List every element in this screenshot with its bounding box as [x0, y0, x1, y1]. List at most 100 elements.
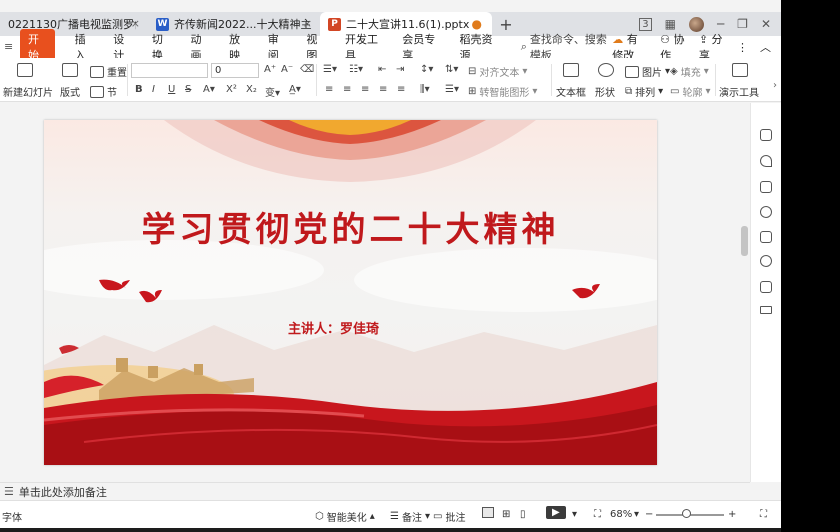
close-icon[interactable]: ×	[303, 17, 312, 30]
tab-label: 齐传新闻2022...十大精神主题班会	[174, 18, 312, 31]
notes-icon: ☰	[4, 485, 14, 498]
bullets-icon[interactable]: ☰▾	[323, 64, 337, 75]
user-icon: ⚇	[660, 33, 670, 46]
side-toolbar	[750, 103, 781, 482]
numbering-icon[interactable]: ☷▾	[349, 64, 363, 75]
font-color-icon[interactable]: A̲▾	[289, 84, 301, 95]
location-icon[interactable]	[760, 255, 772, 267]
indent-decrease-icon[interactable]: ⇤	[378, 64, 386, 75]
notes-pane[interactable]: ☰ 单击此处添加备注	[0, 482, 750, 500]
smart-shape-button[interactable]: ⊞ 转智能图形 ▾	[468, 84, 537, 99]
shape-icon[interactable]	[598, 63, 614, 77]
bold-icon[interactable]: B	[135, 84, 143, 95]
close-icon[interactable]: ×	[131, 17, 140, 30]
arrange-button[interactable]: ⧉ 排列 ▾	[625, 84, 663, 99]
textbox-button[interactable]: 文本框	[556, 84, 586, 99]
divider	[715, 64, 716, 96]
font-shrink-icon[interactable]: A⁻	[281, 64, 293, 75]
grid-apps-icon[interactable]: ▦	[665, 17, 676, 31]
animation-pane-icon[interactable]	[760, 129, 772, 141]
zoom-in-button[interactable]: +	[728, 509, 736, 520]
presentation-tools-button[interactable]: 演示工具	[719, 84, 759, 99]
new-slide-button[interactable]: 新建幻灯片	[3, 84, 53, 99]
image-tools-icon[interactable]	[760, 231, 772, 243]
notes-toggle-button[interactable]: ☰ 备注 ▾	[390, 509, 430, 524]
notes-toggle-label: 备注	[401, 513, 422, 524]
underline-icon[interactable]: U	[168, 84, 175, 95]
divider	[316, 64, 317, 96]
paragraph-spacing-icon[interactable]: ☰▾	[445, 84, 459, 95]
clear-format-icon[interactable]: ⌫	[300, 64, 314, 75]
slide-speaker[interactable]: 主讲人：罗佳琦	[288, 318, 379, 337]
align-left-icon[interactable]: ≡	[325, 84, 333, 95]
indent-increase-icon[interactable]: ⇥	[396, 64, 404, 75]
fit-slide-icon[interactable]: ⛶	[760, 509, 767, 520]
new-slide-icon[interactable]	[17, 63, 33, 77]
outline-button[interactable]: ▭ 轮廓 ▾	[670, 84, 710, 99]
smart-shape-icon: ⊞	[468, 86, 477, 97]
distribute-icon[interactable]: ≡	[397, 84, 405, 95]
vertical-scrollbar[interactable]	[741, 226, 748, 256]
slide-canvas[interactable]: 学习贯彻党的二十大精神 主讲人：罗佳琦	[44, 120, 657, 465]
strikethrough-icon[interactable]: S	[185, 84, 191, 95]
align-center-icon[interactable]: ≡	[343, 84, 351, 95]
more-icon[interactable]: ⋮	[737, 41, 748, 54]
font-size-select[interactable]: 0	[211, 63, 259, 78]
text-shadow-icon[interactable]: A▾	[203, 84, 215, 95]
close-window-button[interactable]: ✕	[761, 17, 771, 31]
zoom-out-button[interactable]: −	[645, 509, 653, 520]
layers-icon[interactable]	[760, 281, 772, 293]
font-grow-icon[interactable]: A⁺	[264, 64, 276, 75]
subscript-icon[interactable]: X₂	[246, 84, 257, 95]
comments-label: 批注	[445, 513, 466, 524]
hamburger-icon[interactable]: ≡	[4, 40, 13, 53]
smart-beautify-button[interactable]: ⬡ 智能美化 ▴	[315, 509, 375, 524]
normal-view-icon[interactable]	[482, 507, 494, 518]
line-spacing-icon[interactable]: ↕▾	[420, 64, 433, 75]
char-spacing-icon[interactable]: 变▾	[265, 84, 280, 99]
fill-button[interactable]: ◈ 填充 ▾	[670, 64, 709, 79]
zoom-level[interactable]: 68%	[610, 509, 632, 520]
text-direction-icon[interactable]: ⇅▾	[445, 64, 458, 75]
italic-icon[interactable]: I	[152, 84, 155, 95]
zoom-slider-handle[interactable]	[681, 509, 691, 518]
reader-mode-icon[interactable]: 3	[639, 17, 652, 31]
help-icon[interactable]	[760, 206, 772, 218]
section-button[interactable]: 节	[90, 84, 117, 99]
align-text-button[interactable]: ⊟ 对齐文本 ▾	[468, 64, 527, 79]
fit-window-icon[interactable]: ⛶	[594, 509, 601, 520]
scroll-right-icon[interactable]: ›	[773, 80, 777, 91]
slide-background-art	[44, 120, 657, 465]
arrange-label: 排列	[635, 88, 656, 99]
superscript-icon[interactable]: X²	[226, 84, 237, 95]
comments-button[interactable]: ▭ 批注	[433, 509, 465, 524]
avatar[interactable]	[688, 16, 704, 32]
columns-icon[interactable]: ⫼▾	[420, 84, 430, 95]
settings-sliders-icon[interactable]	[760, 306, 772, 314]
font-family-select[interactable]	[131, 63, 208, 78]
align-right-icon[interactable]: ≡	[361, 84, 369, 95]
reading-view-icon[interactable]: ▯	[520, 509, 526, 520]
font-status[interactable]: 字体	[2, 509, 22, 524]
divider	[551, 64, 552, 96]
layout-button[interactable]: 版式	[60, 84, 80, 99]
slide-title[interactable]: 学习贯彻党的二十大精神	[44, 202, 657, 251]
restore-button[interactable]: ❐	[737, 17, 748, 31]
sorter-view-icon[interactable]: ⊞	[502, 509, 510, 520]
reset-button[interactable]: 重置	[90, 64, 127, 79]
justify-icon[interactable]: ≡	[379, 84, 387, 95]
presentation-tools-icon[interactable]	[732, 63, 748, 77]
collapse-ribbon-icon[interactable]: ︿	[760, 39, 771, 55]
layout-icon[interactable]	[62, 63, 78, 77]
play-slideshow-button[interactable]: ▶	[546, 506, 566, 519]
screen-edge: ›	[773, 0, 840, 532]
fill-label: 填充	[680, 68, 701, 79]
textbox-icon[interactable]	[563, 63, 579, 77]
copy-format-icon[interactable]	[760, 181, 772, 193]
shape-button[interactable]: 形状	[595, 84, 615, 99]
pin-icon[interactable]	[760, 155, 772, 167]
zoom-dropdown-icon[interactable]: ▾	[634, 509, 639, 520]
minimize-button[interactable]: ─	[717, 17, 724, 31]
image-button[interactable]: 图片 ▾	[625, 64, 670, 79]
play-options-icon[interactable]: ▾	[572, 509, 577, 520]
